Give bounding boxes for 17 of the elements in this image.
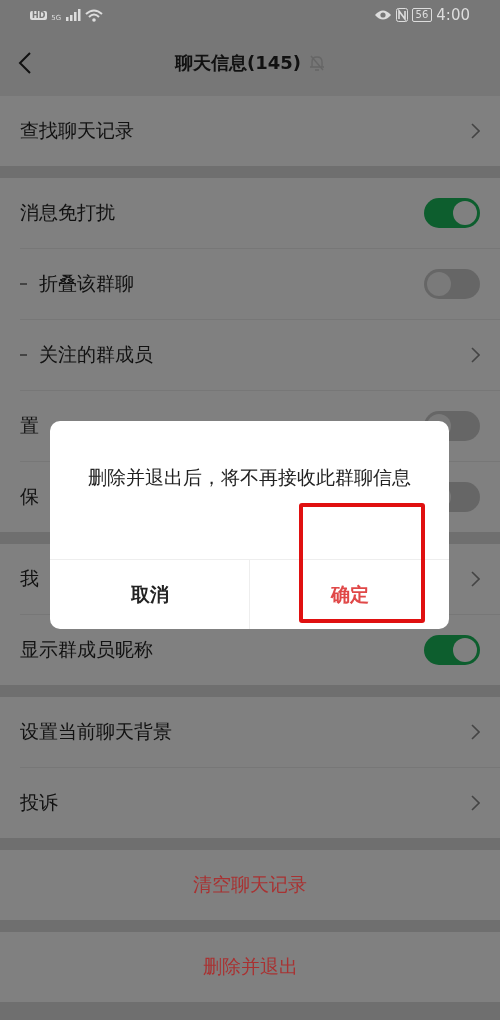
row-label: 消息免打扰 bbox=[20, 200, 116, 225]
dialog-message: 删除并退出后，将不再接收此群聊信息 bbox=[87, 465, 412, 490]
row-label: 设置当前聊天背景 bbox=[20, 719, 173, 744]
row-label: 置 bbox=[20, 413, 40, 438]
clock-time: 4:00 bbox=[436, 6, 470, 24]
row-label: 投诉 bbox=[20, 790, 59, 815]
network-label: HD bbox=[30, 10, 48, 20]
row-label: 显示群成员昵称 bbox=[20, 637, 154, 662]
page-title: 聊天信息(145) bbox=[175, 51, 301, 75]
row-label: 保 bbox=[20, 484, 40, 509]
row-label: 折叠该群聊 bbox=[39, 271, 135, 296]
row-label: 关注的群成员 bbox=[39, 342, 154, 367]
battery-indicator: 56 bbox=[411, 8, 433, 22]
row-label: 查找聊天记录 bbox=[20, 118, 135, 143]
row-label: 清空聊天记录 bbox=[193, 872, 307, 897]
row-label: 我 bbox=[20, 566, 40, 591]
row-label: 删除并退出 bbox=[202, 954, 298, 979]
